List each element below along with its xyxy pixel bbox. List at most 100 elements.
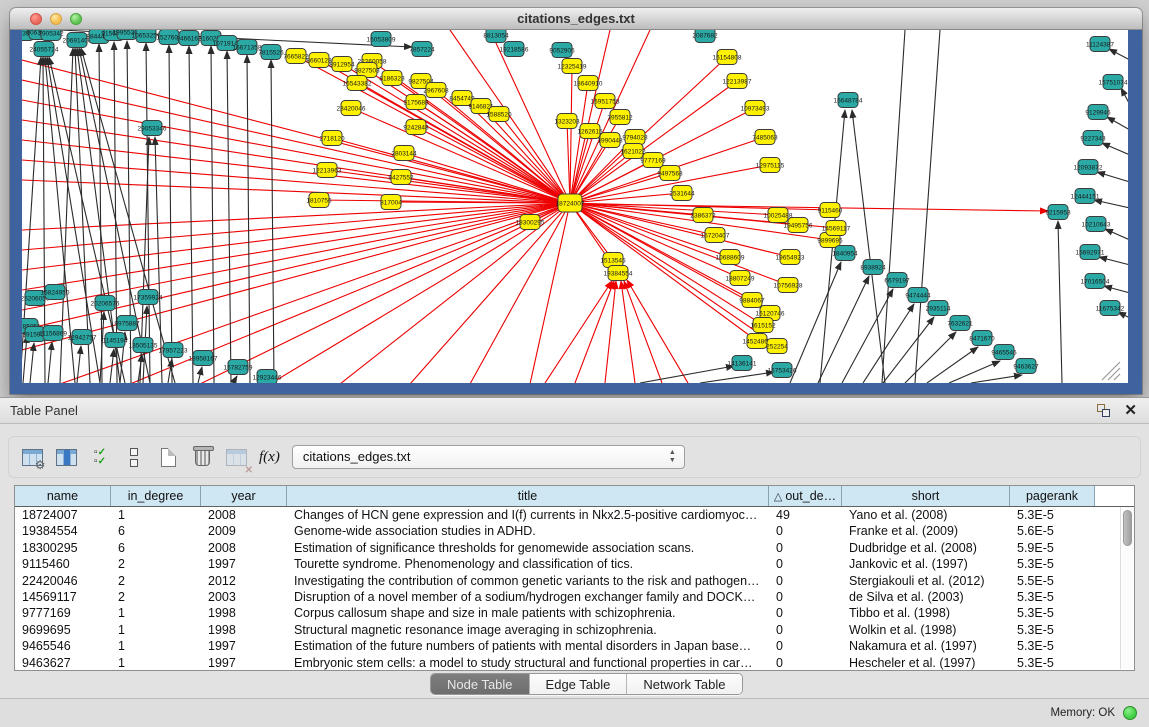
- column-header-short[interactable]: short: [842, 486, 1010, 506]
- cell-title[interactable]: Disruption of a novel member of a sodium…: [287, 589, 769, 605]
- graph-node[interactable]: 19384554: [604, 266, 633, 281]
- cell-title[interactable]: Corpus callosum shape and size in male p…: [287, 605, 769, 621]
- cell-name[interactable]: 9699695: [15, 622, 111, 638]
- graph-node[interactable]: 12923446: [253, 370, 282, 384]
- float-panel-icon[interactable]: [1097, 404, 1111, 418]
- graph-node[interactable]: 19495756: [784, 218, 813, 233]
- cell-out_de[interactable]: 49: [769, 507, 842, 523]
- graph-node[interactable]: 8912954: [329, 57, 355, 72]
- graph-node[interactable]: 12942757: [68, 330, 97, 345]
- cell-title[interactable]: Changes of HCN gene expression and I(f) …: [287, 507, 769, 523]
- cell-out_de[interactable]: 0: [769, 556, 842, 572]
- graph-node[interactable]: 9884067: [739, 293, 765, 308]
- graph-node[interactable]: 17957223: [159, 343, 188, 358]
- cell-short[interactable]: Nakamura et al. (1997): [842, 638, 1010, 654]
- graph-node[interactable]: 9129946: [1085, 105, 1111, 120]
- graph-node[interactable]: 15720407: [701, 228, 730, 243]
- graph-node[interactable]: 2531644: [669, 186, 695, 201]
- graph-node[interactable]: 9777169: [640, 153, 666, 168]
- graph-node[interactable]: 18807249: [726, 271, 755, 286]
- column-header-pagerank[interactable]: pagerank: [1010, 486, 1095, 506]
- graph-node[interactable]: 12444151: [1071, 189, 1100, 204]
- table-selector-dropdown[interactable]: citations_edges.txt ▲▼: [292, 445, 685, 469]
- graph-node[interactable]: 18724007: [556, 194, 585, 212]
- graph-node[interactable]: 252254: [766, 339, 788, 354]
- table-row[interactable]: 911546021997Tourette syndrome. Phenomeno…: [15, 556, 1119, 572]
- graph-node[interactable]: 19654923: [776, 250, 805, 265]
- cell-title[interactable]: Estimation of the future numbers of pati…: [287, 638, 769, 654]
- graph-node[interactable]: 1615152: [750, 318, 776, 333]
- table-row[interactable]: 2242004622012Investigating the contribut…: [15, 573, 1119, 589]
- cell-name[interactable]: 18724007: [15, 507, 111, 523]
- vertical-scrollbar[interactable]: [1120, 507, 1134, 669]
- graph-node[interactable]: 9465546: [991, 345, 1017, 360]
- graph-node[interactable]: 23420046: [337, 101, 366, 116]
- graph-node[interactable]: 7485063: [752, 130, 778, 145]
- graph-node[interactable]: 15824950: [41, 285, 70, 300]
- function-builder-icon[interactable]: f(x): [259, 449, 280, 466]
- cell-title[interactable]: Embryonic stem cells: a model to study s…: [287, 655, 769, 670]
- network-canvas[interactable]: 8823954906367179053422405572420691406884…: [22, 30, 1128, 383]
- cell-year[interactable]: 2003: [201, 589, 287, 605]
- cell-title[interactable]: Structural magnetic resonance image aver…: [287, 622, 769, 638]
- graph-node[interactable]: 7665822: [283, 49, 309, 64]
- graph-node[interactable]: 1323203: [554, 114, 580, 129]
- graph-node[interactable]: 1262615: [577, 124, 603, 139]
- graph-node[interactable]: 9115460: [818, 203, 843, 218]
- graph-node[interactable]: 24055724: [30, 42, 59, 57]
- cell-in_degree[interactable]: 6: [111, 523, 201, 539]
- cell-pagerank[interactable]: 5.6E-5: [1010, 523, 1095, 539]
- graph-node[interactable]: 16154808: [713, 50, 742, 65]
- table-mode-icon[interactable]: ⚙: [17, 442, 47, 472]
- graph-node[interactable]: 7955812: [607, 110, 633, 125]
- graph-node[interactable]: 16053809: [367, 32, 396, 47]
- graph-node[interactable]: 1588520: [486, 107, 512, 122]
- cell-pagerank[interactable]: 5.3E-5: [1010, 638, 1095, 654]
- graph-node[interactable]: 8938924: [860, 260, 886, 275]
- cell-title[interactable]: Genome-wide association studies in ADHD.: [287, 523, 769, 539]
- graph-node[interactable]: 2718120: [319, 131, 345, 146]
- cell-in_degree[interactable]: 1: [111, 638, 201, 654]
- cell-short[interactable]: Stergiakouli et al. (2012): [842, 573, 1010, 589]
- cell-year[interactable]: 1997: [201, 655, 287, 670]
- graph-node[interactable]: 9463627: [1013, 359, 1039, 374]
- cell-year[interactable]: 2008: [201, 507, 287, 523]
- cell-name[interactable]: 19384554: [15, 523, 111, 539]
- graph-node[interactable]: 10973493: [741, 101, 770, 116]
- resize-grip-icon[interactable]: [1108, 368, 1120, 380]
- cell-title[interactable]: Estimation of significance thresholds fo…: [287, 540, 769, 556]
- cell-in_degree[interactable]: 1: [111, 507, 201, 523]
- graph-node[interactable]: 8813054: [483, 30, 509, 43]
- tab-edge-table[interactable]: Edge Table: [530, 674, 628, 694]
- cell-pagerank[interactable]: 5.3E-5: [1010, 622, 1095, 638]
- cell-out_de[interactable]: 0: [769, 605, 842, 621]
- graph-node[interactable]: 16648784: [834, 93, 863, 108]
- graph-node[interactable]: 2087682: [692, 30, 718, 43]
- cell-pagerank[interactable]: 5.3E-5: [1010, 589, 1095, 605]
- graph-node[interactable]: 14136141: [728, 356, 757, 371]
- cell-year[interactable]: 1998: [201, 605, 287, 621]
- cell-out_de[interactable]: 0: [769, 622, 842, 638]
- cell-year[interactable]: 2008: [201, 540, 287, 556]
- cell-in_degree[interactable]: 1: [111, 655, 201, 670]
- table-row[interactable]: 946362711997Embryonic stem cells: a mode…: [15, 655, 1119, 670]
- table-row[interactable]: 969969511998Structural magnetic resonanc…: [15, 622, 1119, 638]
- graph-node[interactable]: 9497568: [657, 166, 683, 181]
- new-table-icon[interactable]: [153, 442, 183, 472]
- cell-pagerank[interactable]: 5.5E-5: [1010, 573, 1095, 589]
- graph-node[interactable]: 12325419: [558, 59, 587, 74]
- graph-node[interactable]: 16951758: [591, 94, 620, 109]
- resize-grip-icon[interactable]: [1114, 374, 1120, 380]
- graph-node[interactable]: 817004: [380, 195, 402, 210]
- cell-short[interactable]: Jankovic et al. (1997): [842, 556, 1010, 572]
- cell-short[interactable]: Wolkin et al. (1998): [842, 622, 1010, 638]
- cell-year[interactable]: 1998: [201, 622, 287, 638]
- table-row[interactable]: 1830029562008Estimation of significance …: [15, 540, 1119, 556]
- graph-node[interactable]: 12213987: [723, 74, 752, 89]
- cell-out_de[interactable]: 0: [769, 523, 842, 539]
- cell-name[interactable]: 14569117: [15, 589, 111, 605]
- graph-node[interactable]: 9794028: [622, 130, 648, 145]
- graph-node[interactable]: 1145194: [103, 333, 128, 348]
- cell-short[interactable]: Tibbo et al. (1998): [842, 605, 1010, 621]
- graph-node[interactable]: 1990448: [597, 133, 623, 148]
